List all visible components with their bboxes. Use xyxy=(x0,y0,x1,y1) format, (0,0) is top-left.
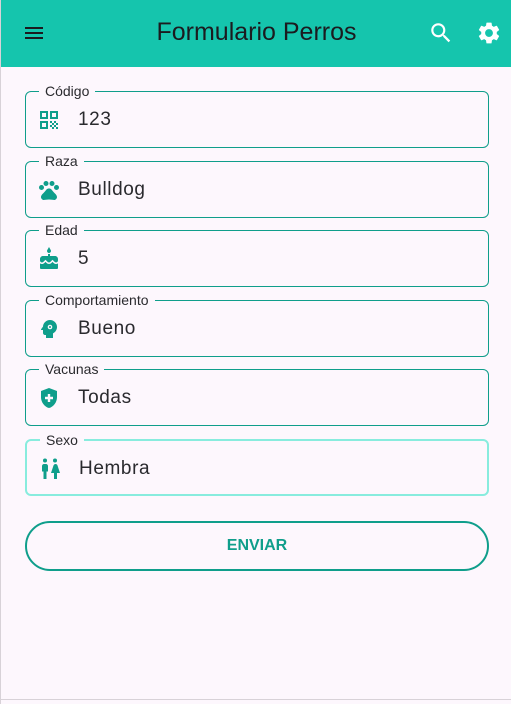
raza-label: Raza xyxy=(39,152,84,170)
vacunas-value: Todas xyxy=(78,387,132,408)
psychology-icon xyxy=(40,320,57,338)
app-bar: Formulario Perros xyxy=(1,0,511,67)
raza-value: Bulldog xyxy=(78,179,146,200)
codigo-label: Código xyxy=(39,82,96,100)
comportamiento-label: Comportamiento xyxy=(39,291,155,309)
codigo-field[interactable]: Código 123 xyxy=(25,82,489,148)
search-button[interactable] xyxy=(423,15,459,51)
paw-icon xyxy=(39,181,59,201)
health-shield-icon xyxy=(41,388,57,408)
comportamiento-field[interactable]: Comportamiento Bueno xyxy=(25,291,489,357)
comportamiento-value: Bueno xyxy=(78,318,136,339)
sexo-value: Hembra xyxy=(79,458,151,479)
settings-button[interactable] xyxy=(471,15,507,51)
gear-icon xyxy=(478,22,500,44)
search-icon xyxy=(431,23,451,43)
edad-label: Edad xyxy=(39,221,84,239)
bottom-divider xyxy=(1,699,511,700)
sexo-field[interactable]: Sexo Hembra xyxy=(25,431,489,496)
codigo-value: 123 xyxy=(78,109,112,130)
wc-icon xyxy=(42,458,60,479)
vacunas-label: Vacunas xyxy=(39,360,105,378)
edad-value: 5 xyxy=(78,248,90,269)
cake-icon xyxy=(40,247,58,269)
edad-field[interactable]: Edad 5 xyxy=(25,221,489,287)
raza-field[interactable]: Raza Bulldog xyxy=(25,152,489,218)
vacunas-field[interactable]: Vacunas Todas xyxy=(25,360,489,426)
qr-code-icon xyxy=(40,111,58,129)
send-button[interactable]: ENVIAR xyxy=(25,521,489,571)
sexo-label: Sexo xyxy=(40,431,84,449)
